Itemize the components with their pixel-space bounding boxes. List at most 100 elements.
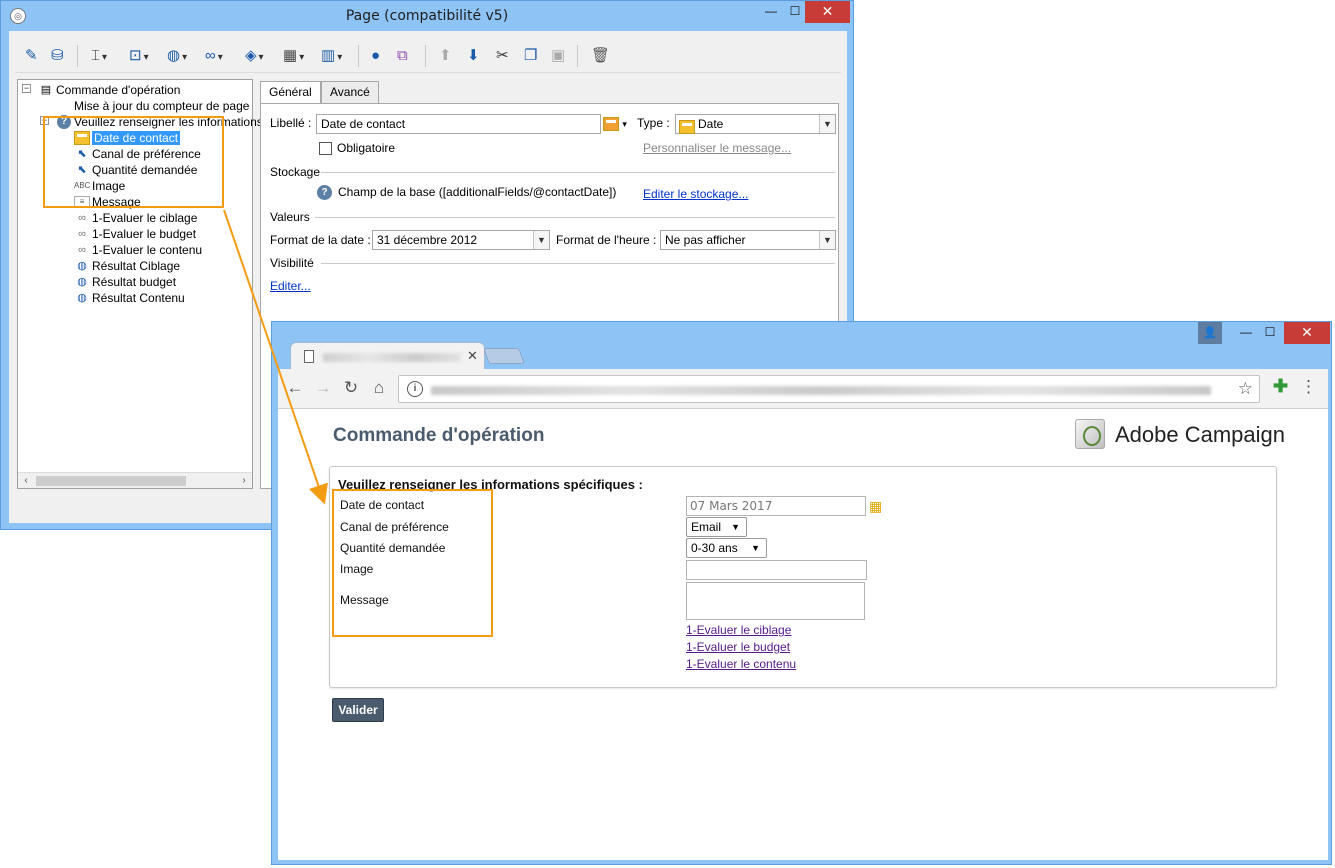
home-icon[interactable]: ⌂: [368, 377, 390, 399]
type-value: Date: [698, 117, 724, 131]
forward-arrow-icon[interactable]: →: [312, 377, 334, 399]
move-down-icon[interactable]: ⬇: [467, 46, 480, 66]
brand-name: Adobe Campaign: [1115, 422, 1286, 447]
submit-button[interactable]: Valider: [332, 698, 384, 722]
time-format-value: Ne pas afficher: [665, 233, 746, 247]
maximize-button[interactable]: ☐: [1256, 322, 1284, 344]
tree-item[interactable]: ◍ Résultat Ciblage: [74, 257, 180, 273]
highlight-box-browser: [332, 489, 493, 637]
section-divider: [321, 172, 835, 173]
scroll-right-icon[interactable]: ›: [236, 473, 252, 489]
close-tab-icon[interactable]: ✕: [467, 348, 478, 364]
database-refresh-icon[interactable]: ⛁: [51, 46, 64, 66]
quantity-select[interactable]: 0-30 ans: [686, 538, 767, 558]
close-button[interactable]: ✕: [1284, 322, 1330, 344]
message-textarea[interactable]: [686, 582, 865, 620]
link-icon: ∞: [78, 243, 86, 256]
tree-item[interactable]: ◍ Résultat Contenu: [74, 289, 185, 305]
label-caption: Libellé :: [270, 116, 312, 130]
question-icon: ?: [317, 185, 332, 201]
custom-message-link[interactable]: Personnaliser le message...: [643, 141, 791, 155]
person-icon[interactable]: ●: [371, 46, 380, 66]
back-arrow-icon[interactable]: ←: [284, 377, 306, 399]
wizard-wand-icon[interactable]: ✎: [25, 46, 38, 66]
scroll-left-icon[interactable]: ‹: [18, 473, 34, 489]
tree-horizontal-scrollbar[interactable]: ‹ ›: [18, 472, 252, 488]
edit-visibility-link[interactable]: Editer...: [270, 279, 311, 293]
tree-item-root[interactable]: ▤ Commande d'opération: [38, 81, 181, 97]
edit-storage-link[interactable]: Editer le stockage...: [643, 187, 748, 201]
tree-collapse-icon[interactable]: −: [22, 84, 31, 93]
move-up-icon[interactable]: ⬆: [439, 46, 452, 66]
cut-icon[interactable]: ✂: [496, 46, 509, 66]
chevron-down-icon[interactable]: ▼: [819, 231, 835, 249]
link-icon: ∞: [78, 211, 86, 224]
tree-item[interactable]: ∞ 1-Evaluer le ciblage: [74, 209, 197, 225]
select-field-icon[interactable]: ⊡: [129, 46, 149, 66]
adobe-campaign-logo-icon: [1075, 419, 1105, 449]
scrollbar-thumb[interactable]: [36, 476, 186, 486]
date-format-value: 31 décembre 2012: [377, 233, 478, 247]
globe-icon[interactable]: ◍: [167, 46, 187, 66]
browser-toolbar: ← → ↻ ⌂ i ☆ ✚ ⋮: [278, 369, 1328, 409]
time-format-select[interactable]: Ne pas afficher ▼: [660, 230, 836, 250]
copy-icon[interactable]: ❐: [524, 46, 537, 66]
link-evaluer-budget[interactable]: 1-Evaluer le budget: [686, 640, 790, 654]
label-input[interactable]: Date de contact: [316, 114, 601, 134]
globe-icon: ◍: [77, 275, 87, 288]
bookmark-star-icon[interactable]: ☆: [1238, 379, 1253, 399]
browser-tab[interactable]: ✕: [290, 342, 485, 370]
delete-icon[interactable]: 🗑: [591, 46, 610, 66]
tree-item[interactable]: ◍ Résultat budget: [74, 273, 176, 289]
link-icon[interactable]: ∞: [205, 46, 223, 66]
translate-icon[interactable]: ▾: [603, 116, 627, 131]
storage-field: ? Champ de la base ([additionalFields/@co…: [317, 185, 616, 201]
type-caption: Type :: [637, 116, 670, 130]
checkbox-box[interactable]: [319, 142, 332, 156]
paste-icon[interactable]: ▣: [551, 46, 565, 66]
tab-avance[interactable]: Avancé: [321, 81, 379, 103]
tree-item[interactable]: ∞ 1-Evaluer le contenu: [74, 241, 202, 257]
menu-kebab-icon[interactable]: ⋮: [1300, 377, 1317, 397]
tab-general[interactable]: Général: [260, 81, 321, 104]
link-evaluer-ciblage[interactable]: 1-Evaluer le ciblage: [686, 623, 791, 637]
date-format-caption: Format de la date :: [270, 233, 371, 247]
address-bar[interactable]: i ☆: [398, 375, 1260, 403]
url-blurred: [431, 386, 1211, 395]
editor-toolbar: ✎ ⛁ ⌶ ⊡ ◍ ∞ ◈ ▦ ▥ ● ⧉ ⬆ ⬇ ✂ ❐ ▣ 🗑: [15, 39, 841, 73]
mandatory-label: Obligatoire: [337, 141, 396, 155]
mandatory-checkbox[interactable]: Obligatoire: [319, 141, 396, 156]
extension-plus-icon[interactable]: ✚: [1273, 376, 1288, 397]
time-format-caption: Format de l'heure :: [556, 233, 657, 247]
globe-icon: ◍: [77, 291, 87, 304]
tree-item[interactable]: Mise à jour du compteur de page: [74, 97, 249, 113]
text-cursor-icon[interactable]: ⌶: [91, 46, 107, 66]
calendar-icon[interactable]: ▦: [869, 498, 882, 515]
grid-icon[interactable]: ▦: [283, 46, 304, 66]
contact-date-input[interactable]: 07 Mars 2017: [686, 496, 866, 516]
add-container-icon[interactable]: ⧉: [397, 46, 408, 66]
info-icon[interactable]: i: [407, 381, 423, 397]
type-select[interactable]: Date ▼: [675, 114, 836, 134]
link-evaluer-contenu[interactable]: 1-Evaluer le contenu: [686, 657, 796, 671]
columns-icon[interactable]: ▥: [321, 46, 342, 66]
chevron-down-icon[interactable]: ▼: [533, 231, 549, 249]
date-format-select[interactable]: 31 décembre 2012 ▼: [372, 230, 550, 250]
user-profile-icon[interactable]: 👤: [1198, 322, 1222, 344]
values-section-title: Valeurs: [270, 210, 310, 224]
storage-section-title: Stockage: [270, 165, 321, 179]
image-input[interactable]: [686, 560, 867, 580]
close-button[interactable]: ✕: [805, 1, 850, 23]
channel-select[interactable]: Email: [686, 517, 747, 537]
reload-icon[interactable]: ↻: [340, 377, 362, 399]
section-divider: [315, 217, 835, 218]
date-type-icon: [679, 117, 695, 135]
page-icon: ▤: [40, 83, 52, 96]
tree-item[interactable]: ∞ 1-Evaluer le budget: [74, 225, 196, 241]
globe-icon: ◍: [77, 259, 87, 272]
new-tab-button[interactable]: [483, 348, 525, 364]
chevron-down-icon[interactable]: ▼: [819, 115, 835, 133]
section-divider: [321, 263, 835, 264]
cube-icon[interactable]: ◈: [245, 46, 264, 66]
highlight-box-editor: [43, 116, 224, 208]
